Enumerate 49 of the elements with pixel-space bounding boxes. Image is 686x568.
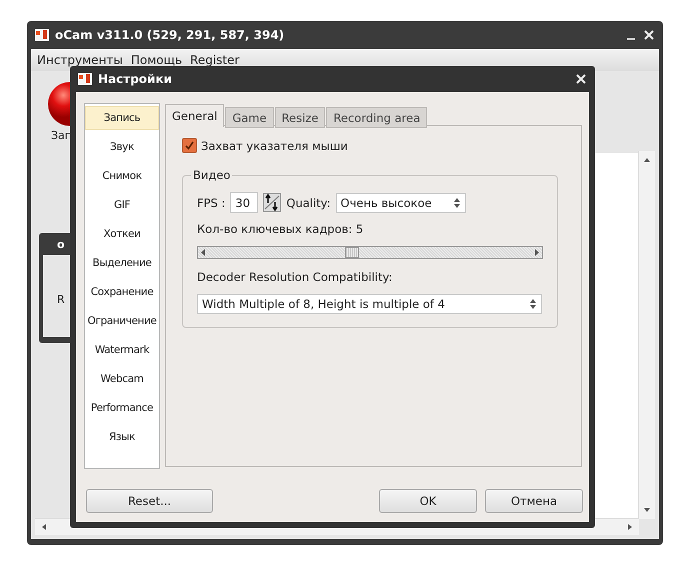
cancel-button[interactable]: Отмена [485, 489, 583, 513]
close-icon[interactable] [643, 29, 655, 41]
reset-button[interactable]: Reset... [86, 489, 213, 513]
tab[interactable]: Recording area [326, 107, 428, 128]
category-item[interactable]: Watermark [85, 338, 159, 362]
ok-button[interactable]: OK [379, 489, 477, 513]
category-item[interactable]: Снимок [85, 164, 159, 188]
category-item[interactable]: GIF [85, 193, 159, 217]
spin-icon[interactable] [263, 193, 282, 212]
category-item[interactable]: Сохранение [85, 280, 159, 304]
category-item[interactable]: Язык [85, 425, 159, 449]
fps-field[interactable]: 30 [230, 192, 258, 213]
decoder-select[interactable]: Width Multiple of 8, Height is multiple of 4 [197, 294, 542, 314]
category-item[interactable]: Звук [85, 135, 159, 159]
checkmark-icon [185, 141, 194, 150]
record-label: R [57, 293, 65, 306]
slider-thumb[interactable] [344, 247, 359, 258]
checkbox-label: Захват указателя мыши [201, 138, 348, 152]
keyframes-label: Кол-во ключевых кадров: 5 [197, 222, 364, 236]
mini-window-title: o [57, 238, 65, 251]
fps-label: FPS : [197, 196, 226, 210]
scroll-left-icon[interactable] [199, 248, 207, 257]
category-item[interactable]: Ограничение [85, 309, 159, 333]
decoder-label: Decoder Resolution Compatibility: [197, 270, 392, 284]
dialog-title: Настройки [98, 72, 174, 86]
category-item[interactable]: Выделение [85, 251, 159, 275]
tab[interactable]: General [165, 104, 224, 127]
menu-item[interactable]: Помощь [130, 53, 182, 67]
updown-icon[interactable] [452, 196, 461, 208]
category-item[interactable]: Webcam [85, 367, 159, 391]
updown-icon[interactable] [529, 298, 537, 310]
keyframes-slider[interactable] [197, 246, 543, 259]
app-icon [35, 29, 49, 41]
group-title: Видео [192, 168, 232, 182]
scroll-right-icon[interactable] [533, 248, 541, 257]
quality-select[interactable]: Очень высокое [336, 192, 466, 212]
category-item[interactable]: Запись [85, 106, 159, 130]
checkbox[interactable] [182, 138, 197, 153]
category-item[interactable]: Performance [85, 396, 159, 420]
close-icon[interactable] [575, 73, 587, 85]
tab[interactable]: Resize [274, 107, 326, 128]
tab[interactable]: Game [225, 107, 274, 128]
quality-label: Quality: [286, 196, 331, 210]
vertical-scrollbar[interactable] [638, 151, 655, 519]
window-title: oCam v311.0 (529, 291, 587, 394) [55, 28, 286, 42]
app-icon [78, 73, 92, 85]
category-item[interactable]: Хоткеи [85, 222, 159, 246]
menu-item[interactable]: Register [190, 53, 240, 67]
menu-item[interactable]: Инструменты [37, 53, 123, 67]
